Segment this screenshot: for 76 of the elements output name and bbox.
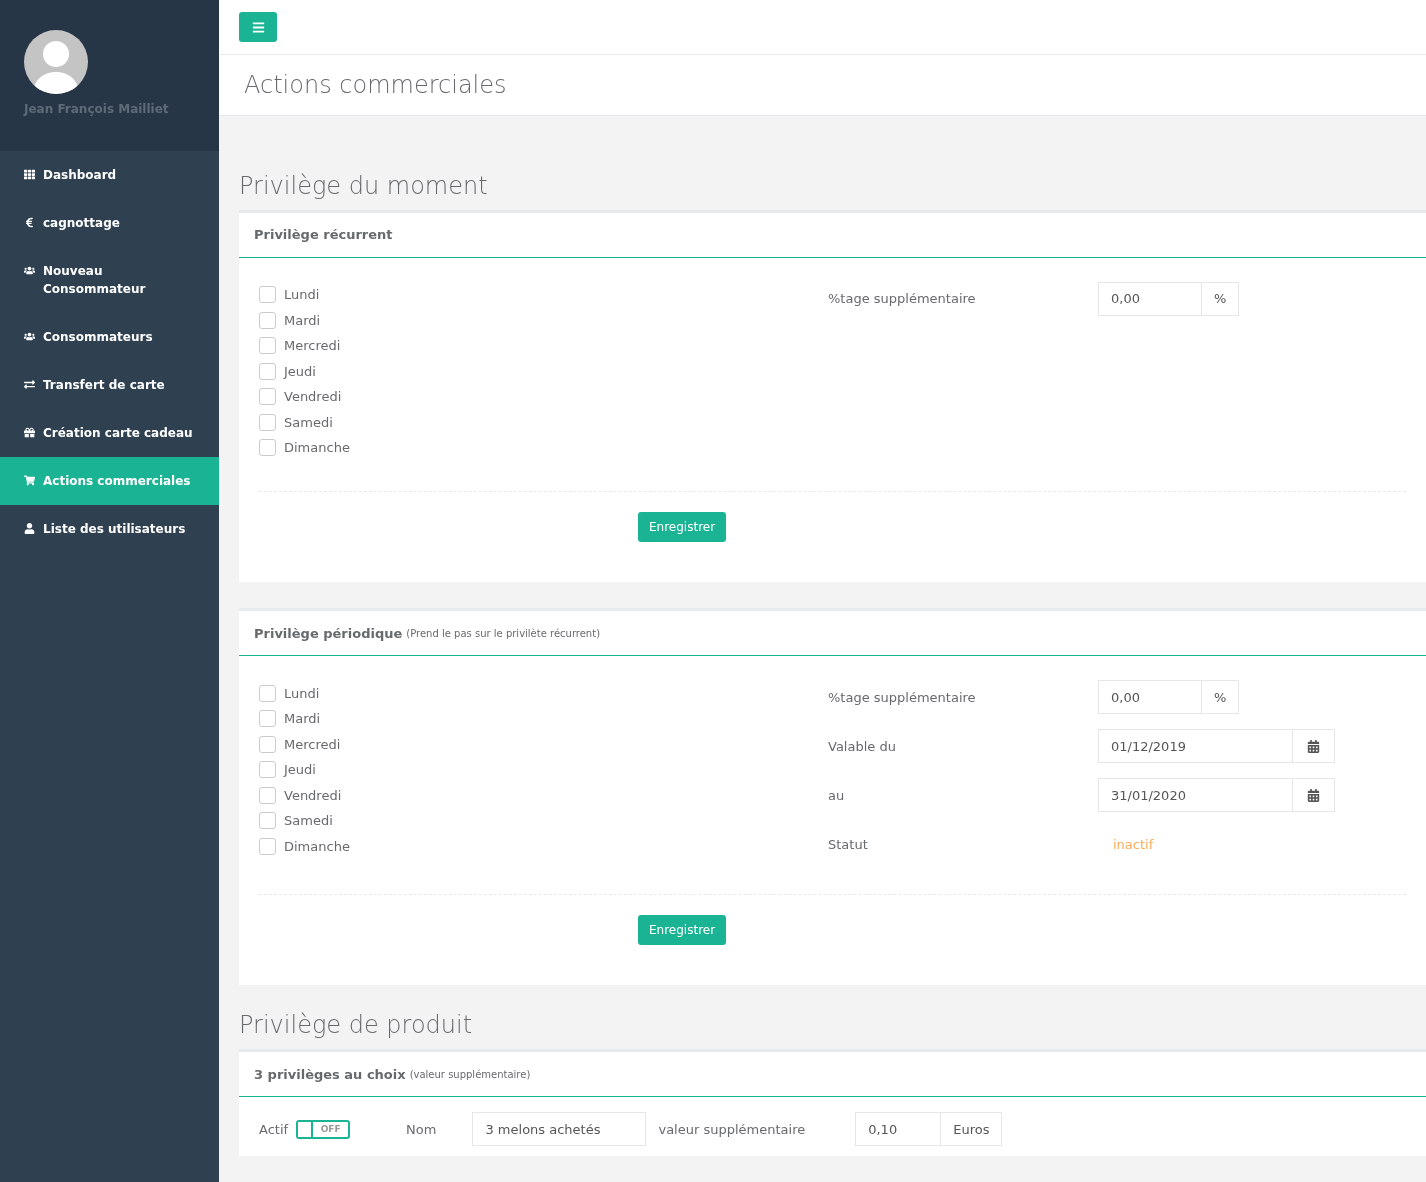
exchange-arrows-icon	[24, 379, 35, 390]
checkbox[interactable]	[259, 684, 276, 702]
calendar-button[interactable]	[1293, 778, 1335, 812]
field-label: Nom	[406, 1121, 437, 1137]
nav-item[interactable]: Dashboard	[0, 151, 219, 199]
checkbox-label: Mardi	[284, 711, 321, 727]
field-label: %tage supplémentaire	[828, 689, 977, 705]
checkbox-label: Jeudi	[284, 363, 316, 379]
cart-icon	[24, 475, 35, 486]
user-icon	[24, 523, 35, 534]
field-label: Valable du	[828, 738, 897, 754]
checkbox-label: Samedi	[284, 414, 333, 430]
checkbox-label: Mercredi	[284, 338, 341, 354]
percent-input[interactable]: 0,00	[1098, 680, 1202, 714]
field-label: %tage supplémentaire	[828, 291, 977, 306]
percent-input[interactable]: 0,00	[1098, 281, 1202, 316]
nav-item[interactable]: Nouveau Consommateur	[0, 247, 219, 313]
checkbox[interactable]	[259, 735, 276, 753]
value-input[interactable]: 0,10	[855, 1112, 942, 1146]
checkbox[interactable]	[259, 388, 276, 406]
panel-title: Privilège périodique	[254, 625, 403, 641]
nav-item[interactable]: Liste des utilisateurs	[0, 505, 219, 553]
field-label: Actif	[259, 1121, 289, 1137]
checkbox[interactable]	[259, 710, 276, 728]
field-label: au	[828, 787, 846, 803]
input-addon: %	[1202, 680, 1240, 714]
gift-icon	[24, 427, 35, 438]
checkbox-label: Vendredi	[284, 787, 342, 803]
checkbox-label: Dimanche	[284, 440, 350, 456]
grid-icon	[24, 169, 35, 180]
nav-item[interactable]: Consommateurs	[0, 313, 219, 361]
field-label: Statut	[828, 836, 869, 852]
calendar-icon	[1307, 739, 1320, 753]
checkbox[interactable]	[259, 837, 276, 855]
date-input[interactable]: 01/12/2019	[1098, 729, 1293, 763]
nav-item[interactable]: Transfert de carte	[0, 361, 219, 409]
checkbox[interactable]	[259, 812, 276, 830]
checkbox[interactable]	[259, 439, 276, 457]
name-input[interactable]: 3 melons achetés	[472, 1112, 647, 1146]
checkbox-label: Mardi	[284, 312, 321, 328]
section-title: Privilège de produit	[239, 1011, 474, 1041]
checkbox-label: Dimanche	[284, 838, 350, 854]
menu-button[interactable]	[239, 12, 277, 42]
field-label: valeur supplémentaire	[658, 1121, 806, 1137]
checkbox[interactable]	[259, 337, 276, 355]
nav-item[interactable]: Création carte cadeau	[0, 409, 219, 457]
panel-title: 3 privilèges au choix	[254, 1066, 406, 1082]
users-icon	[24, 331, 35, 342]
checkbox-label: Lundi	[284, 685, 320, 701]
calendar-icon	[1307, 788, 1320, 802]
checkbox[interactable]	[259, 413, 276, 431]
avatar-icon	[24, 30, 88, 94]
calendar-button[interactable]	[1293, 729, 1335, 763]
checkbox[interactable]	[259, 362, 276, 380]
checkbox[interactable]	[259, 786, 276, 804]
panel-title: Privilège récurrent	[254, 227, 393, 242]
page-title: Actions commerciales	[244, 70, 507, 99]
section-title: Privilège du moment	[239, 171, 489, 202]
euro-icon	[24, 217, 35, 228]
input-addon: %	[1202, 281, 1240, 316]
users-icon	[24, 265, 35, 276]
date-input[interactable]: 31/01/2020	[1098, 778, 1293, 812]
checkbox-label: Vendredi	[284, 389, 342, 405]
checkbox-label: Mercredi	[284, 736, 341, 752]
checkbox-label: Lundi	[284, 287, 320, 303]
checkbox[interactable]	[259, 286, 276, 304]
panel-subtitle: (Prend le pas sur le privilète récurrent)	[406, 627, 601, 639]
panel-subtitle: (valeur supplémentaire)	[409, 1068, 531, 1080]
menu-icon	[251, 20, 265, 34]
checkbox[interactable]	[259, 761, 276, 779]
checkbox-label: Jeudi	[284, 762, 316, 778]
status-text: inactif	[1112, 836, 1155, 852]
checkbox-label: Samedi	[284, 813, 333, 829]
input-addon: Euros	[941, 1112, 1003, 1146]
nav-item[interactable]: cagnottage	[0, 199, 219, 247]
checkbox[interactable]	[259, 311, 276, 329]
